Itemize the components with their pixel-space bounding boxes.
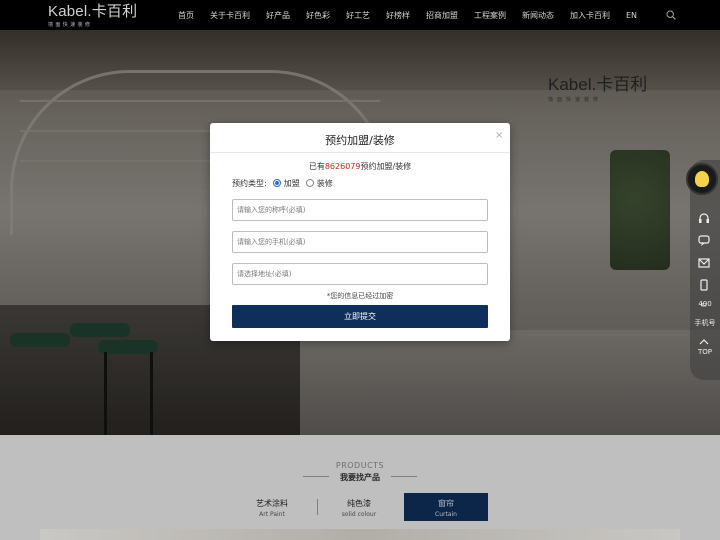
phone-icon[interactable] <box>697 279 711 291</box>
mobile-icon[interactable] <box>697 303 711 315</box>
chevron-up-icon[interactable] <box>697 336 711 348</box>
radio-franchise[interactable] <box>272 179 281 187</box>
booking-type-label: 预约类型: <box>232 178 267 188</box>
modal-divider <box>210 152 510 153</box>
phone-label[interactable]: 手机号 <box>691 318 719 328</box>
radio-renovation[interactable] <box>305 179 314 187</box>
mail-icon[interactable] <box>697 257 711 269</box>
encryption-note: *您的信息已经过加密 <box>326 292 394 300</box>
chat-icon[interactable] <box>697 235 711 247</box>
booking-type-row: 预约类型: 加盟 装修 <box>232 177 333 189</box>
radio-renovation-label[interactable]: 装修 <box>317 178 333 189</box>
close-icon[interactable]: × <box>495 130 503 141</box>
count-prefix: 已有 <box>308 162 325 171</box>
booking-modal: 预约加盟/装修 × 已有8626079预约加盟/装修 预约类型: 加盟 装修 *… <box>210 123 510 341</box>
submit-button[interactable]: 立即提交 <box>232 305 488 328</box>
radio-franchise-label[interactable]: 加盟 <box>284 178 300 189</box>
mascot-face <box>695 171 709 187</box>
mascot-avatar[interactable] <box>686 163 718 195</box>
phone-field[interactable] <box>232 231 488 253</box>
count-suffix: 预约加盟/装修 <box>360 162 412 171</box>
headset-icon[interactable] <box>697 212 711 224</box>
back-to-top-label[interactable]: TOP <box>691 348 719 356</box>
address-field[interactable] <box>232 263 488 285</box>
name-field[interactable] <box>232 199 488 221</box>
booking-count-text: 已有8626079预约加盟/装修 <box>210 161 510 172</box>
modal-title: 预约加盟/装修 <box>325 134 395 147</box>
booking-count: 8626079 <box>324 162 361 171</box>
